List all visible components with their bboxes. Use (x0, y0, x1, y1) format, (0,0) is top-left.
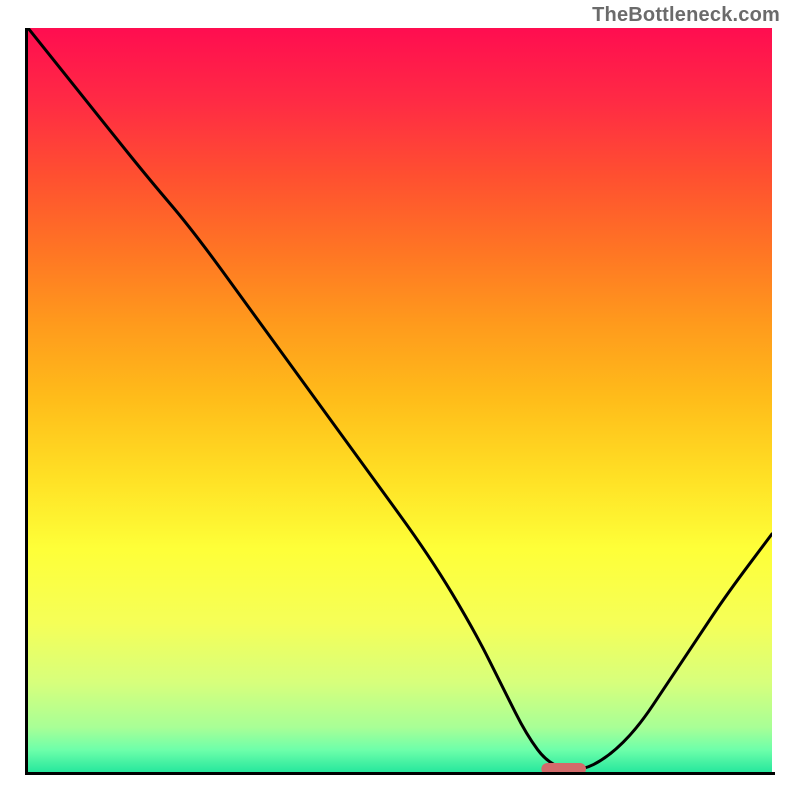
bottleneck-curve-path (28, 28, 772, 770)
plot-area (28, 28, 772, 772)
x-axis (25, 772, 775, 775)
bottleneck-chart: TheBottleneck.com (0, 0, 800, 800)
best-match-marker (541, 763, 586, 772)
curve-layer (28, 28, 772, 772)
watermark-text: TheBottleneck.com (592, 4, 780, 27)
